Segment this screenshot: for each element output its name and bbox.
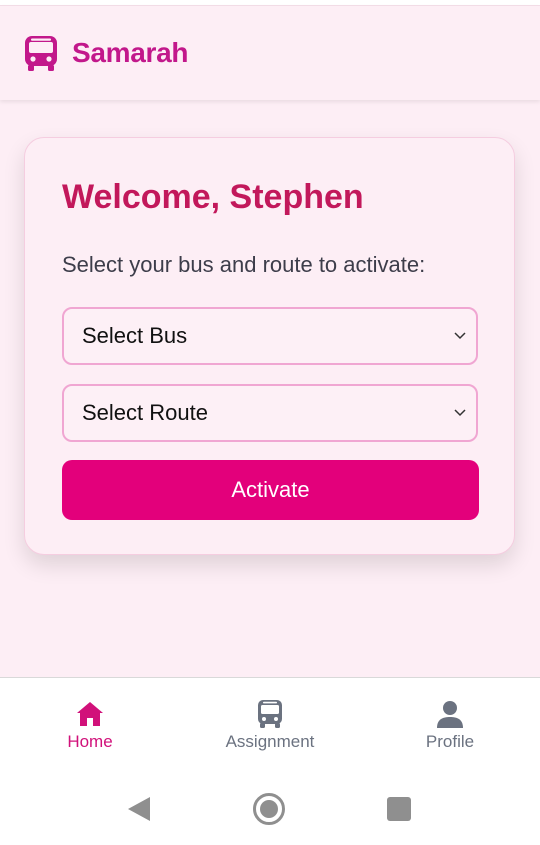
app-screen: Samarah Welcome, Stephen Select your bus… — [0, 0, 540, 845]
app-header: Samarah — [0, 6, 540, 100]
chevron-down-icon — [454, 409, 466, 417]
instruction-text: Select your bus and route to activate: — [62, 252, 426, 277]
nav-label-profile: Profile — [425, 732, 475, 751]
system-nav-bar — [0, 768, 540, 845]
recents-icon[interactable] — [382, 792, 416, 826]
back-icon[interactable] — [122, 792, 156, 826]
activation-card: Welcome, Stephen Select your bus and rou… — [24, 137, 515, 555]
nav-item-assignment[interactable]: Assignment — [180, 678, 360, 768]
home-circle-icon[interactable] — [252, 792, 286, 826]
bottom-nav: Home Assignment Profile — [0, 677, 540, 768]
app-name: Samarah — [72, 37, 189, 68]
chevron-down-icon — [454, 332, 466, 340]
nav-item-home[interactable]: Home — [0, 678, 180, 768]
bus-select[interactable]: Select Bus — [62, 307, 478, 365]
nav-item-profile[interactable]: Profile — [360, 678, 540, 768]
bus-select-value: Select Bus — [82, 323, 188, 348]
route-select-value: Select Route — [82, 400, 208, 425]
route-select[interactable]: Select Route — [62, 384, 478, 442]
user-icon — [437, 701, 463, 728]
nav-label-home: Home — [67, 732, 113, 751]
bus-icon — [22, 34, 60, 72]
home-icon — [77, 702, 103, 726]
bus-icon — [258, 700, 282, 728]
activate-button[interactable]: Activate — [62, 460, 479, 520]
welcome-title: Welcome, Stephen — [62, 178, 364, 216]
nav-label-assignment: Assignment — [225, 732, 315, 751]
